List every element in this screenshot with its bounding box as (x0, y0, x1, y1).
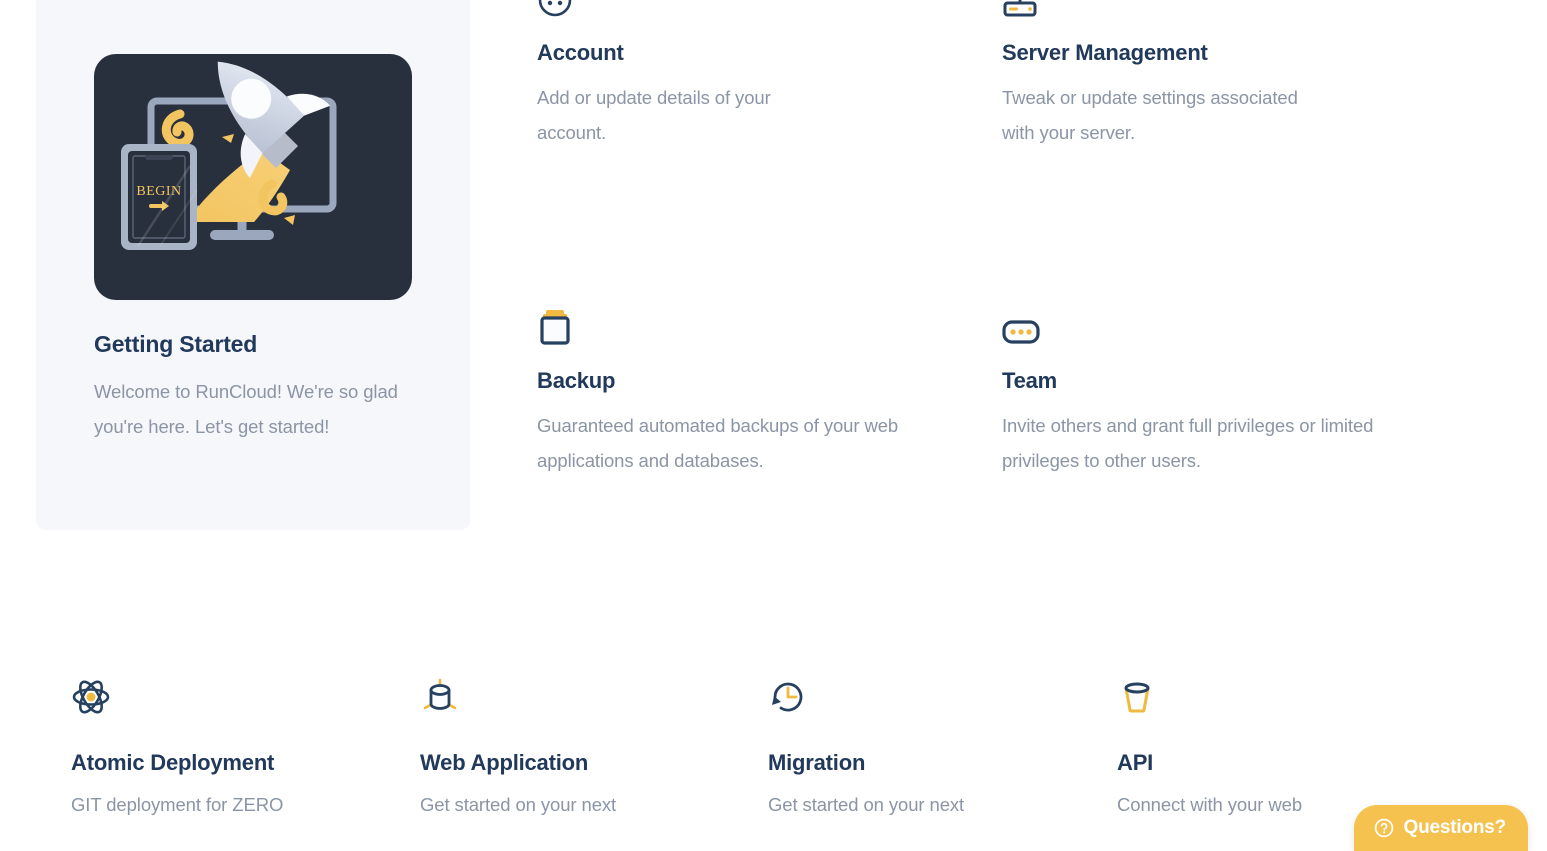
getting-started-illustration-wrap: BEGIN (94, 54, 412, 300)
bottom-feature-card-migration[interactable]: Migration Get started on your next (768, 672, 1098, 820)
account-face-icon (537, 0, 937, 18)
backup-clipboard-icon (537, 290, 917, 346)
rocket-launch-illustration: BEGIN (94, 54, 412, 300)
bottom-feature-card-api[interactable]: API Connect with your web (1117, 672, 1447, 820)
page-root: BEGIN Getting Started Welcome to RunClou… (0, 0, 1547, 851)
feature-card-server-management[interactable]: Server Management Tweak or update settin… (1002, 0, 1402, 150)
server-rack-icon (1002, 0, 1402, 18)
team-dots-icon (1002, 290, 1382, 346)
feature-description: Guaranteed automated backups of your web… (537, 415, 899, 471)
bottom-feature-card-atomic-deployment[interactable]: Atomic Deployment GIT deployment for ZER… (71, 672, 401, 820)
bottom-feature-title: Web Application (420, 750, 589, 775)
feature-card-account[interactable]: Account Add or update details of your ac… (537, 0, 937, 150)
rocket-illustration-svg: BEGIN (121, 61, 337, 250)
feature-title: Server Management (1002, 40, 1208, 65)
getting-started-description: Welcome to RunCloud! We're so glad you'r… (94, 381, 398, 437)
database-cylinder-icon (420, 672, 750, 722)
bottom-feature-description: GIT deployment for ZERO (71, 794, 284, 815)
bottom-feature-description: Get started on your next (768, 794, 965, 815)
clock-rewind-icon (768, 672, 1098, 722)
getting-started-title: Getting Started (94, 331, 258, 357)
bottom-feature-title: Migration (768, 750, 866, 775)
feature-description: Tweak or update settings associated with… (1002, 87, 1298, 143)
bottom-feature-row: Atomic Deployment GIT deployment for ZER… (0, 672, 1547, 851)
feature-title: Account (537, 40, 624, 65)
feature-card-backup[interactable]: Backup Guaranteed automated backups of y… (537, 290, 917, 478)
question-circle-icon (1374, 818, 1394, 838)
bottom-feature-title: API (1117, 750, 1154, 775)
feature-title: Backup (537, 368, 616, 393)
atom-icon (71, 672, 401, 722)
bottom-feature-title: Atomic Deployment (71, 750, 275, 775)
getting-started-card[interactable]: BEGIN Getting Started Welcome to RunClou… (36, 0, 470, 530)
bottom-feature-description: Get started on your next (420, 794, 617, 815)
bottom-feature-card-web-application[interactable]: Web Application Get started on your next (420, 672, 750, 820)
questions-widget-label: Questions? (1403, 817, 1506, 838)
bucket-icon (1117, 672, 1447, 722)
feature-title: Team (1002, 368, 1058, 393)
feature-description: Invite others and grant full privileges … (1002, 415, 1374, 471)
feature-card-team[interactable]: Team Invite others and grant full privil… (1002, 290, 1382, 478)
questions-widget-button[interactable]: Questions? (1354, 805, 1528, 851)
feature-description: Add or update details of your account. (537, 87, 771, 143)
